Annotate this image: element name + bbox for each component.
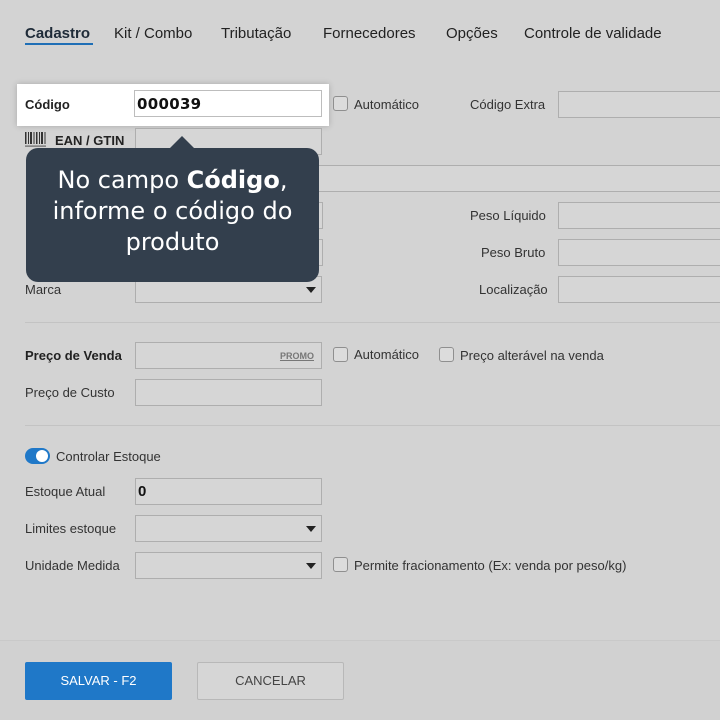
limites-estoque-label: Limites estoque (25, 521, 117, 536)
section-divider (25, 322, 720, 323)
tab-opcoes[interactable]: Opções (446, 25, 498, 42)
tooltip-line-2: informe o código do (52, 197, 293, 225)
tooltip-text: , (279, 166, 288, 194)
codigo-extra-input[interactable] (558, 91, 720, 118)
chevron-down-icon (306, 287, 316, 293)
codigo-automatico-label: Automático (354, 97, 420, 112)
fracionamento-checkbox[interactable] (333, 557, 348, 572)
preco-venda-input[interactable]: PROMO (135, 342, 322, 369)
codigo-highlight: Código 000039 (17, 84, 329, 126)
preco-alteravel-checkbox[interactable] (439, 347, 454, 362)
preco-automatico-checkbox[interactable] (333, 347, 348, 362)
codigo-input[interactable]: 000039 (134, 90, 322, 117)
controlar-estoque-toggle[interactable] (25, 448, 50, 464)
tooltip-emphasis: Código (186, 166, 280, 194)
unidade-medida-select[interactable] (135, 552, 322, 579)
localizacao-label: Localização (479, 282, 548, 297)
peso-bruto-input[interactable] (558, 239, 720, 266)
active-tab-indicator (25, 43, 93, 45)
marca-label: Marca (25, 282, 62, 297)
section-divider (25, 425, 720, 426)
cancel-button[interactable]: CANCELAR (197, 662, 344, 700)
estoque-atual-input[interactable]: 0 (135, 478, 322, 505)
tab-cadastro[interactable]: Cadastro (25, 25, 90, 42)
promo-link[interactable]: PROMO (280, 351, 314, 361)
barcode-icon (25, 132, 46, 147)
unidade-medida-label: Unidade Medida (25, 558, 120, 573)
toggle-knob (36, 450, 48, 462)
tab-kit-combo[interactable]: Kit / Combo (114, 25, 192, 42)
tab-fornecedores[interactable]: Fornecedores (323, 25, 416, 42)
preco-venda-label: Preço de Venda (25, 348, 122, 363)
tab-controle-validade[interactable]: Controle de validade (524, 25, 662, 42)
save-button[interactable]: SALVAR - F2 (25, 662, 172, 700)
peso-liquido-label: Peso Líquido (470, 208, 546, 223)
ean-label: EAN / GTIN (55, 133, 125, 148)
tooltip-line-3: produto (125, 228, 220, 256)
preco-alteravel-label: Preço alterável na venda (460, 348, 604, 363)
estoque-atual-label: Estoque Atual (25, 484, 106, 499)
fracionamento-label: Permite fracionamento (Ex: venda por pes… (354, 558, 627, 573)
tooltip-caret (170, 136, 194, 148)
tooltip-line-1: No campo Código, (26, 165, 319, 196)
onboarding-tooltip: No campo Código, informe o código do pro… (26, 136, 319, 282)
preco-automatico-label: Automático (354, 347, 420, 362)
preco-custo-label: Preço de Custo (25, 385, 115, 400)
peso-bruto-label: Peso Bruto (481, 245, 546, 260)
preco-custo-input[interactable] (135, 379, 322, 406)
tooltip-text: No campo (57, 166, 187, 194)
chevron-down-icon (306, 563, 316, 569)
limites-estoque-select[interactable] (135, 515, 322, 542)
localizacao-input[interactable] (558, 276, 720, 303)
descricao-input[interactable] (318, 165, 720, 192)
chevron-down-icon (306, 526, 316, 532)
codigo-extra-label: Código Extra (470, 97, 546, 112)
tab-tributacao[interactable]: Tributação (221, 25, 291, 42)
codigo-label: Código (25, 97, 70, 112)
codigo-automatico-checkbox[interactable] (333, 96, 348, 111)
peso-liquido-input[interactable] (558, 202, 720, 229)
controlar-estoque-label: Controlar Estoque (56, 449, 161, 464)
